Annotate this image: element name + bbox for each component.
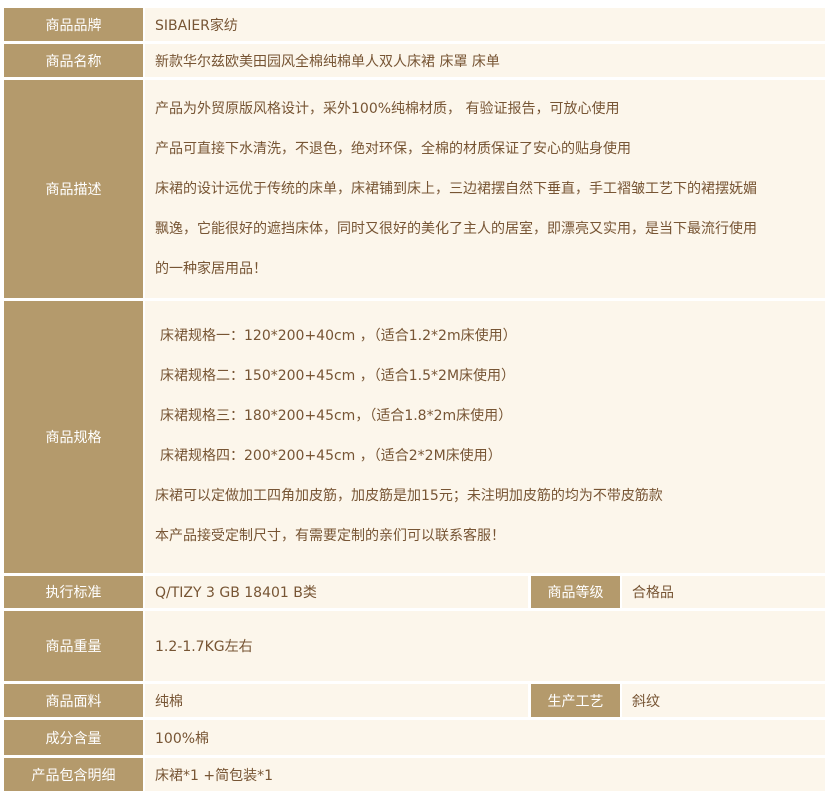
brand-value: SIBAIER家纺 bbox=[145, 8, 825, 41]
spec-line: 床裙规格一：120*200+40cm ，（适合1.2*2m床使用） bbox=[160, 328, 517, 344]
description-label: 商品描述 bbox=[4, 80, 143, 298]
description-line: 产品可直接下水清洗，不退色，绝对环保，全棉的材质保证了安心的贴身使用 bbox=[155, 141, 631, 157]
specs-block: 床裙规格一：120*200+40cm ，（适合1.2*2m床使用） 床裙规格二：… bbox=[145, 301, 825, 573]
product-name-label: 商品名称 bbox=[4, 44, 143, 77]
description-line: 的一种家居用品！ bbox=[155, 261, 267, 277]
brand-label: 商品品牌 bbox=[4, 8, 143, 41]
fabric-value: 纯棉 bbox=[145, 684, 528, 717]
description-block: 产品为外贸原版风格设计，采外100%纯棉材质， 有验证报告，可放心使用 产品可直… bbox=[145, 80, 825, 298]
content-label: 成分含量 bbox=[4, 720, 143, 755]
description-line: 飘逸，它能很好的遮挡床体，同时又很好的美化了主人的居室，即漂亮又实用，是当下最流… bbox=[155, 221, 757, 237]
grade-value: 合格品 bbox=[622, 576, 825, 608]
product-name-value: 新款华尔兹欧美田园风全棉纯棉单人双人床裙 床罩 床单 bbox=[145, 44, 825, 77]
description-line: 床裙的设计远优于传统的床单，床裙铺到床上，三边裙摆自然下垂直，手工褶皱工艺下的裙… bbox=[155, 181, 757, 197]
spec-line: 床裙可以定做加工四角加皮筋，加皮筋是加15元；未注明加皮筋的均为不带皮筋款 bbox=[155, 488, 663, 504]
standard-label: 执行标准 bbox=[4, 576, 143, 608]
description-line: 产品为外贸原版风格设计，采外100%纯棉材质， 有验证报告，可放心使用 bbox=[155, 101, 620, 117]
process-label: 生产工艺 bbox=[531, 684, 620, 717]
package-value: 床裙*1 +简包装*1 bbox=[145, 758, 825, 791]
weight-value: 1.2-1.7KG左右 bbox=[145, 611, 825, 681]
spec-line: 床裙规格三：180*200+45cm，（适合1.8*2m床使用） bbox=[160, 408, 513, 424]
package-label: 产品包含明细 bbox=[4, 758, 143, 791]
spec-line: 床裙规格四：200*200+45cm ，（适合2*2M床使用） bbox=[160, 448, 502, 464]
spec-line: 床裙规格二：150*200+45cm ，（适合1.5*2M床使用） bbox=[160, 368, 516, 384]
fabric-label: 商品面料 bbox=[4, 684, 143, 717]
process-value: 斜纹 bbox=[622, 684, 825, 717]
specs-label: 商品规格 bbox=[4, 301, 143, 573]
grade-label: 商品等级 bbox=[531, 576, 620, 608]
content-value: 100%棉 bbox=[145, 720, 825, 755]
spec-line: 本产品接受定制尺寸，有需要定制的亲们可以联系客服！ bbox=[155, 528, 505, 544]
weight-label: 商品重量 bbox=[4, 611, 143, 681]
standard-value: Q/TIZY 3 GB 18401 B类 bbox=[145, 576, 528, 608]
